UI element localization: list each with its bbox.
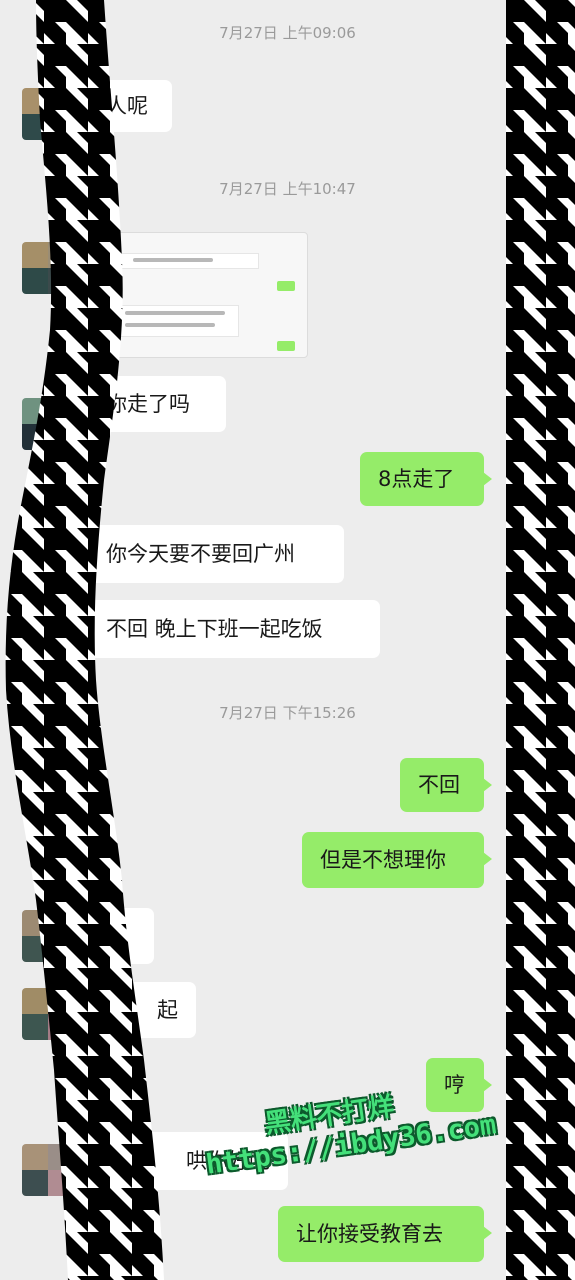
image-reply-bubble	[277, 341, 295, 351]
message-bubble-outgoing[interactable]: 哼	[426, 1058, 492, 1112]
image-reply-bubble	[277, 281, 295, 291]
chat-window: 7月27日 上午09:06 7月27日 上午10:47 7月27日 下午15:2…	[0, 0, 575, 1280]
message-text: 不回	[418, 773, 460, 797]
message-text: 8点走了	[378, 467, 455, 491]
message-bubble-outgoing[interactable]: 让你接受教育去	[278, 1206, 492, 1262]
message-text: 哼	[444, 1073, 465, 1097]
message-text: 但是不想理你	[320, 848, 446, 872]
houndstooth-overlay-left	[5, 0, 164, 1280]
houndstooth-overlay-right	[506, 0, 575, 1280]
message-bubble-outgoing[interactable]: 8点走了	[360, 452, 492, 506]
message-bubble-outgoing[interactable]: 但是不想理你	[302, 832, 492, 888]
message-bubble-outgoing[interactable]: 不回	[400, 758, 492, 812]
message-text: 让你接受教育去	[296, 1222, 443, 1246]
